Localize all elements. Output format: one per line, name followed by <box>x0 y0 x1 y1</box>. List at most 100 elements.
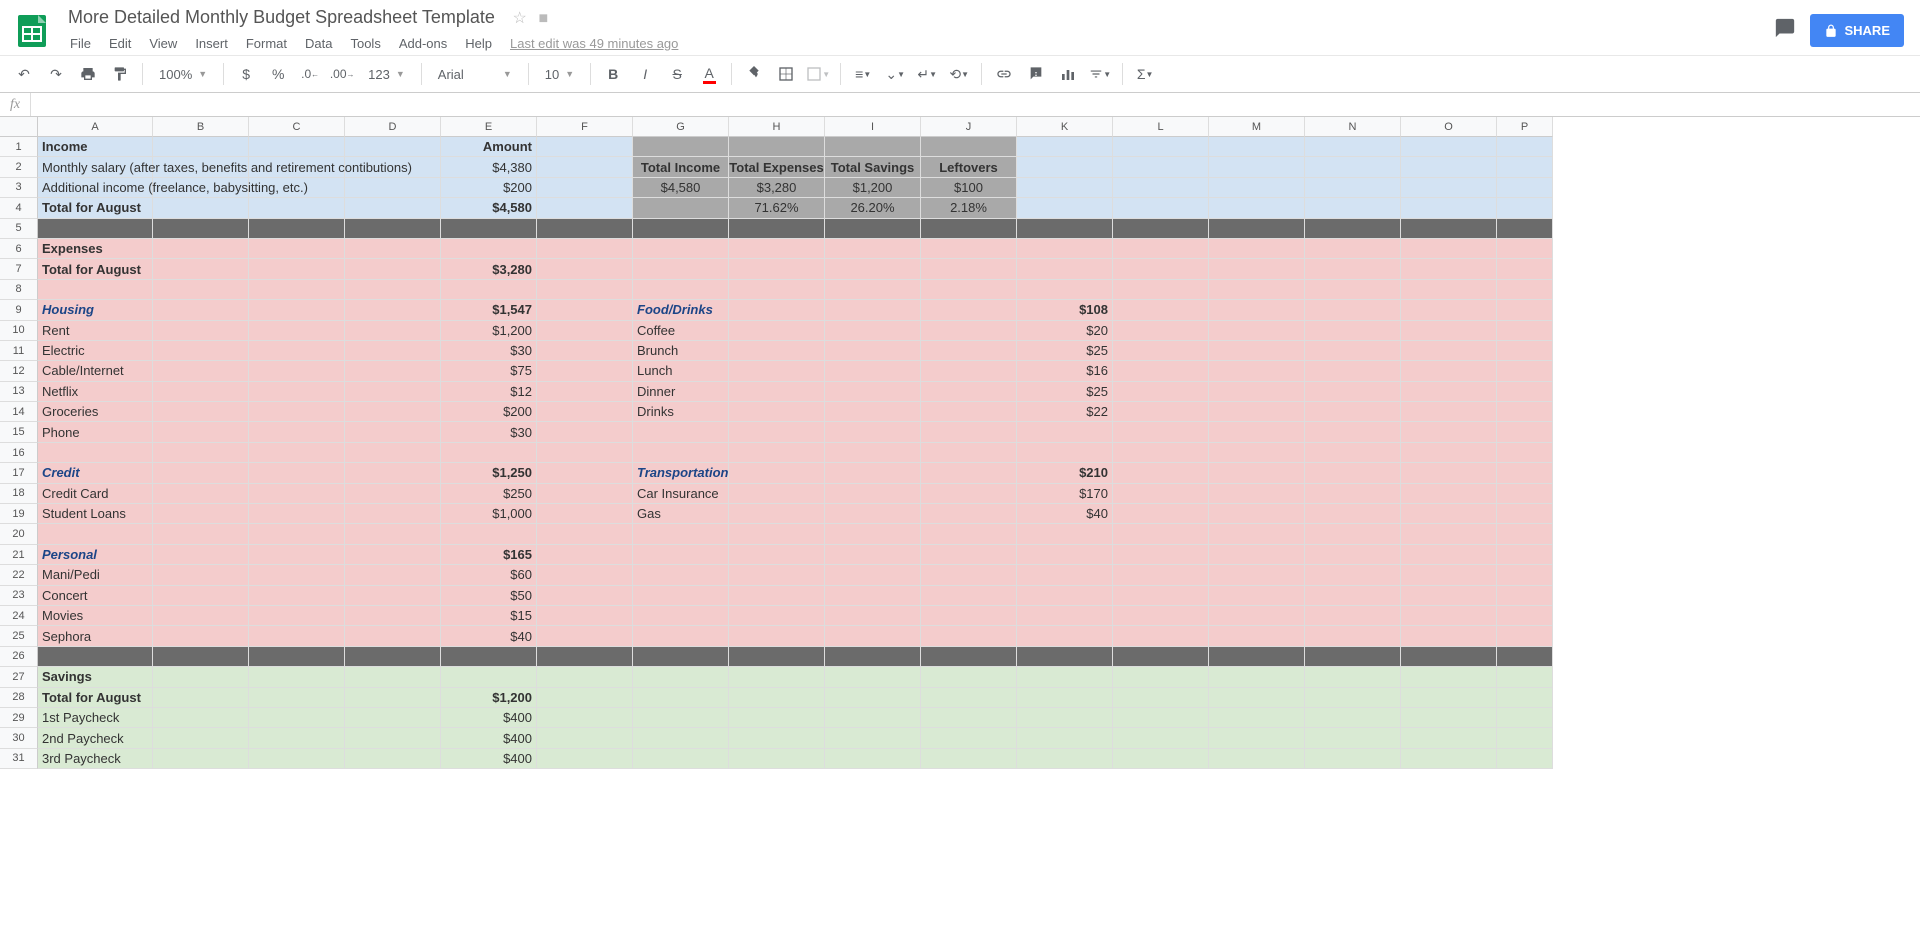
cell-A17[interactable]: Credit <box>38 463 153 483</box>
cell-K20[interactable] <box>1017 524 1113 544</box>
cell-H5[interactable] <box>729 219 825 239</box>
cell-J12[interactable] <box>921 361 1017 381</box>
cell-M23[interactable] <box>1209 586 1305 606</box>
cell-E21[interactable]: $165 <box>441 545 537 565</box>
cell-M19[interactable] <box>1209 504 1305 524</box>
cell-I3[interactable]: $1,200 <box>825 178 921 198</box>
cell-D9[interactable] <box>345 300 441 320</box>
percent-icon[interactable]: % <box>264 60 292 88</box>
cell-O29[interactable] <box>1401 708 1497 728</box>
cell-O18[interactable] <box>1401 484 1497 504</box>
cell-P19[interactable] <box>1497 504 1553 524</box>
cell-N27[interactable] <box>1305 667 1401 687</box>
cell-I24[interactable] <box>825 606 921 626</box>
cell-O24[interactable] <box>1401 606 1497 626</box>
cell-D18[interactable] <box>345 484 441 504</box>
cell-J24[interactable] <box>921 606 1017 626</box>
cell-E3[interactable]: $200 <box>441 178 537 198</box>
cell-B5[interactable] <box>153 219 249 239</box>
cell-G21[interactable] <box>633 545 729 565</box>
cell-A28[interactable]: Total for August <box>38 688 153 708</box>
cell-H9[interactable] <box>729 300 825 320</box>
cell-L21[interactable] <box>1113 545 1209 565</box>
cell-G5[interactable] <box>633 219 729 239</box>
cell-H3[interactable]: $3,280 <box>729 178 825 198</box>
cell-P6[interactable] <box>1497 239 1553 259</box>
cell-F6[interactable] <box>537 239 633 259</box>
cell-H2[interactable]: Total Expenses <box>729 157 825 177</box>
cell-O5[interactable] <box>1401 219 1497 239</box>
cell-C9[interactable] <box>249 300 345 320</box>
cell-K27[interactable] <box>1017 667 1113 687</box>
cell-I9[interactable] <box>825 300 921 320</box>
menu-view[interactable]: View <box>141 32 185 55</box>
row-header-23[interactable]: 23 <box>0 586 38 606</box>
cell-N26[interactable] <box>1305 647 1401 667</box>
cell-L9[interactable] <box>1113 300 1209 320</box>
cell-E5[interactable] <box>441 219 537 239</box>
cell-M25[interactable] <box>1209 626 1305 646</box>
cell-J19[interactable] <box>921 504 1017 524</box>
cell-A1[interactable]: Income <box>38 137 153 157</box>
col-header-J[interactable]: J <box>921 117 1017 137</box>
col-header-H[interactable]: H <box>729 117 825 137</box>
cell-O27[interactable] <box>1401 667 1497 687</box>
cell-H27[interactable] <box>729 667 825 687</box>
cell-L13[interactable] <box>1113 382 1209 402</box>
cell-A25[interactable]: Sephora <box>38 626 153 646</box>
cell-O9[interactable] <box>1401 300 1497 320</box>
cell-G4[interactable] <box>633 198 729 218</box>
cell-C18[interactable] <box>249 484 345 504</box>
cell-L18[interactable] <box>1113 484 1209 504</box>
cell-K5[interactable] <box>1017 219 1113 239</box>
cell-A6[interactable]: Expenses <box>38 239 153 259</box>
cell-G27[interactable] <box>633 667 729 687</box>
cell-I17[interactable] <box>825 463 921 483</box>
italic-icon[interactable]: I <box>631 60 659 88</box>
cell-F28[interactable] <box>537 688 633 708</box>
cell-G19[interactable]: Gas <box>633 504 729 524</box>
currency-icon[interactable]: $ <box>232 60 260 88</box>
cell-E22[interactable]: $60 <box>441 565 537 585</box>
col-header-O[interactable]: O <box>1401 117 1497 137</box>
cell-M10[interactable] <box>1209 321 1305 341</box>
cell-M5[interactable] <box>1209 219 1305 239</box>
cell-D30[interactable] <box>345 728 441 748</box>
print-icon[interactable] <box>74 60 102 88</box>
col-header-E[interactable]: E <box>441 117 537 137</box>
cell-P15[interactable] <box>1497 422 1553 442</box>
font-size-select[interactable]: 10▼ <box>537 63 582 86</box>
cell-N7[interactable] <box>1305 259 1401 279</box>
sheets-logo-icon[interactable] <box>10 9 54 53</box>
cell-E20[interactable] <box>441 524 537 544</box>
cell-B15[interactable] <box>153 422 249 442</box>
cell-E29[interactable]: $400 <box>441 708 537 728</box>
cell-G26[interactable] <box>633 647 729 667</box>
cell-H7[interactable] <box>729 259 825 279</box>
cell-M9[interactable] <box>1209 300 1305 320</box>
row-header-26[interactable]: 26 <box>0 647 38 667</box>
cell-G11[interactable]: Brunch <box>633 341 729 361</box>
cell-H24[interactable] <box>729 606 825 626</box>
cell-O22[interactable] <box>1401 565 1497 585</box>
cell-M1[interactable] <box>1209 137 1305 157</box>
cell-D28[interactable] <box>345 688 441 708</box>
cell-K25[interactable] <box>1017 626 1113 646</box>
cell-K24[interactable] <box>1017 606 1113 626</box>
row-header-19[interactable]: 19 <box>0 504 38 524</box>
filter-icon[interactable]: ▼ <box>1086 60 1114 88</box>
strikethrough-icon[interactable]: S <box>663 60 691 88</box>
cell-K10[interactable]: $20 <box>1017 321 1113 341</box>
cell-F3[interactable] <box>537 178 633 198</box>
cell-J4[interactable]: 2.18% <box>921 198 1017 218</box>
cell-E19[interactable]: $1,000 <box>441 504 537 524</box>
rotate-icon[interactable]: ⟲▼ <box>945 60 973 88</box>
cell-M17[interactable] <box>1209 463 1305 483</box>
cell-K19[interactable]: $40 <box>1017 504 1113 524</box>
cell-H16[interactable] <box>729 443 825 463</box>
cell-N9[interactable] <box>1305 300 1401 320</box>
cell-E17[interactable]: $1,250 <box>441 463 537 483</box>
cell-J16[interactable] <box>921 443 1017 463</box>
cell-I21[interactable] <box>825 545 921 565</box>
cell-L25[interactable] <box>1113 626 1209 646</box>
